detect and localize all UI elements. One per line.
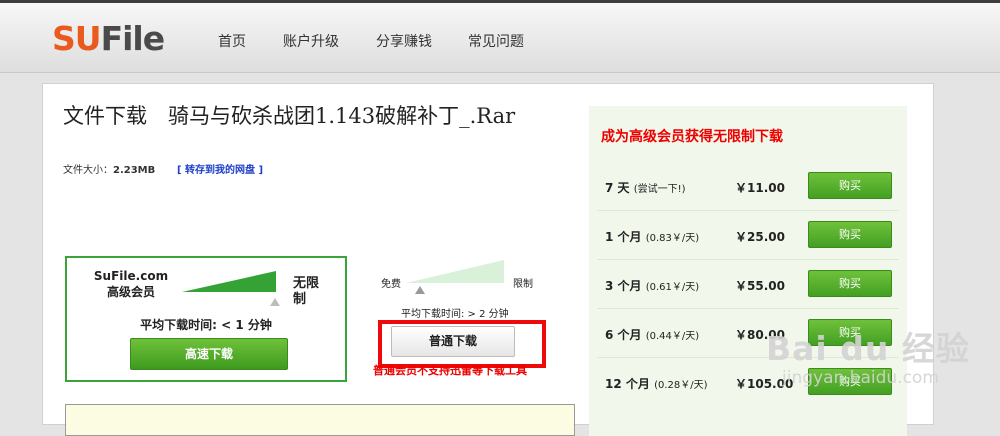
nav-faq[interactable]: 常见问题 xyxy=(468,31,524,51)
plan-period: 3 个月 (0.61￥/天) xyxy=(605,279,700,293)
plan-row-3-months: 3 个月 (0.61￥/天) ￥55.00 购买 xyxy=(589,258,907,308)
limit-label: 限制 xyxy=(513,279,533,290)
pricing-title: 成为高级会员获得无限制下载 xyxy=(601,129,783,145)
nav-account-upgrade[interactable]: 账户升级 xyxy=(283,31,339,51)
page-title: 文件下载 骑马与砍杀战团1.143破解补丁_.Rar xyxy=(63,104,516,128)
high-speed-download-box: SuFile.com 高级会员 无限制 平均下载时间: < 1 分钟 高速下载 xyxy=(65,256,347,382)
buy-button-1-month[interactable]: 购买 xyxy=(808,221,892,248)
speed-wedge-icon xyxy=(182,271,276,292)
unlimited-label: 无限制 xyxy=(293,276,320,307)
speed-marker-icon xyxy=(270,298,280,306)
baidu-jingyan-watermark: Bai du 经验 jingyan.baidu.com xyxy=(766,329,970,388)
normal-download-button[interactable]: 普通下载 xyxy=(391,326,515,357)
site-header: SUFile 首页 账户升级 分享赚钱 常见问题 xyxy=(0,3,1000,73)
buy-button-7-days[interactable]: 购买 xyxy=(808,172,892,199)
file-size: 文件大小：2.23MB xyxy=(63,165,156,176)
nav-home[interactable]: 首页 xyxy=(218,31,246,51)
plan-row-1-month: 1 个月 (0.83￥/天) ￥25.00 购买 xyxy=(589,209,907,259)
normal-avg-time: 平均下载时间: > 2 分钟 xyxy=(401,309,509,320)
plan-price: ￥55.00 xyxy=(735,279,785,293)
buy-button-3-months[interactable]: 购买 xyxy=(808,270,892,297)
free-speed-marker-icon xyxy=(415,286,425,294)
plan-period: 1 个月 (0.83￥/天) xyxy=(605,230,700,244)
normal-download-note: 普通会员不支持迅雷等下载工具 xyxy=(373,364,527,377)
free-speed-wedge-icon xyxy=(406,260,504,283)
plan-row-7-days: 7 天 (尝试一下!) ￥11.00 购买 xyxy=(589,160,907,210)
high-speed-download-button[interactable]: 高速下载 xyxy=(130,338,288,370)
plan-period: 7 天 (尝试一下!) xyxy=(605,181,686,195)
free-label: 免费 xyxy=(381,279,401,290)
nav-share-earn[interactable]: 分享赚钱 xyxy=(376,31,432,51)
high-speed-avg-time: 平均下载时间: < 1 分钟 xyxy=(140,318,272,332)
plan-price: ￥11.00 xyxy=(735,181,785,195)
plan-price: ￥25.00 xyxy=(735,230,785,244)
save-to-netdisk-link[interactable]: [ 转存到我的网盘 ] xyxy=(177,161,263,176)
sufile-logo[interactable]: SUFile xyxy=(52,19,165,59)
plan-period: 6 个月 (0.44￥/天) xyxy=(605,328,700,342)
notice-box xyxy=(65,404,575,436)
plan-period: 12 个月 (0.28￥/天) xyxy=(605,377,708,391)
premium-member-label: SuFile.com 高级会员 xyxy=(93,269,169,299)
